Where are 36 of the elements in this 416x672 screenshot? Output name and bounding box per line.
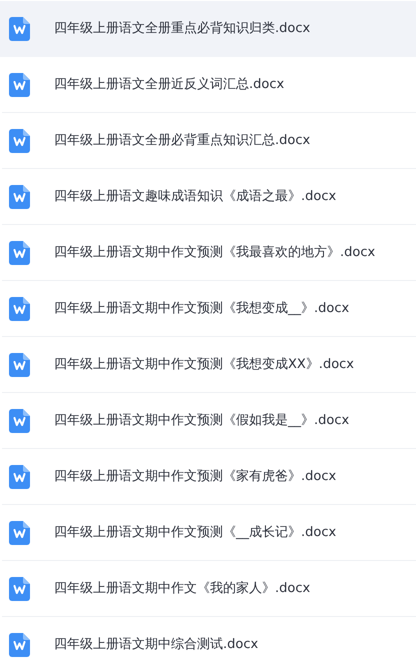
document-icon — [9, 16, 30, 40]
file-row[interactable]: 四年级上册语文期中作文预测《我最喜欢的地方》.docx — [2, 225, 416, 281]
file-name: 四年级上册语文全册近反义词汇总.docx — [54, 76, 284, 94]
document-icon — [9, 408, 30, 432]
file-name: 四年级上册语文趣味成语知识《成语之最》.docx — [54, 188, 336, 206]
file-name: 四年级上册语文全册重点必背知识归类.docx — [54, 20, 310, 38]
document-icon — [9, 576, 30, 600]
file-name: 四年级上册语文期中作文预测《我最喜欢的地方》.docx — [54, 244, 376, 262]
file-name: 四年级上册语文期中作文预测《我想变成XX》.docx — [54, 356, 354, 374]
file-name: 四年级上册语文期中作文预测《我想变成__》.docx — [54, 300, 350, 318]
document-icon — [9, 632, 30, 656]
file-name: 四年级上册语文期中作文预测《__成长记》.docx — [54, 524, 336, 542]
file-row[interactable]: 四年级上册语文全册重点必背知识归类.docx — [0, 1, 416, 57]
document-icon — [9, 240, 30, 264]
file-row[interactable]: 四年级上册语文期中作文预测《家有虎爸》.docx — [2, 449, 416, 505]
file-row[interactable]: 四年级上册语文全册必背重点知识汇总.docx — [2, 113, 416, 169]
file-name: 四年级上册语文期中作文预测《家有虎爸》.docx — [54, 468, 336, 486]
file-row[interactable]: 四年级上册语文期中作文预测《假如我是__》.docx — [2, 393, 416, 449]
document-icon — [9, 128, 30, 152]
file-row[interactable]: 四年级上册语文期中作文预测《我想变成__》.docx — [2, 281, 416, 337]
file-name: 四年级上册语文全册必背重点知识汇总.docx — [54, 132, 310, 150]
file-name: 四年级上册语文期中作文《我的家人》.docx — [54, 580, 310, 598]
file-name: 四年级上册语文期中作文预测《假如我是__》.docx — [54, 412, 350, 430]
file-row[interactable]: 四年级上册语文期中作文预测《__成长记》.docx — [2, 505, 416, 561]
document-icon — [9, 520, 30, 544]
file-row[interactable]: 四年级上册语文期中作文预测《我想变成XX》.docx — [2, 337, 416, 393]
document-icon — [9, 352, 30, 376]
document-icon — [9, 464, 30, 488]
document-icon — [9, 296, 30, 320]
document-icon — [9, 184, 30, 208]
file-row[interactable]: 四年级上册语文趣味成语知识《成语之最》.docx — [2, 169, 416, 225]
document-icon — [9, 72, 30, 96]
file-row[interactable]: 四年级上册语文全册近反义词汇总.docx — [2, 57, 416, 113]
file-row[interactable]: 四年级上册语文期中综合测试.docx — [2, 617, 416, 672]
file-name: 四年级上册语文期中综合测试.docx — [54, 636, 258, 654]
file-row[interactable]: 四年级上册语文期中作文《我的家人》.docx — [2, 561, 416, 617]
